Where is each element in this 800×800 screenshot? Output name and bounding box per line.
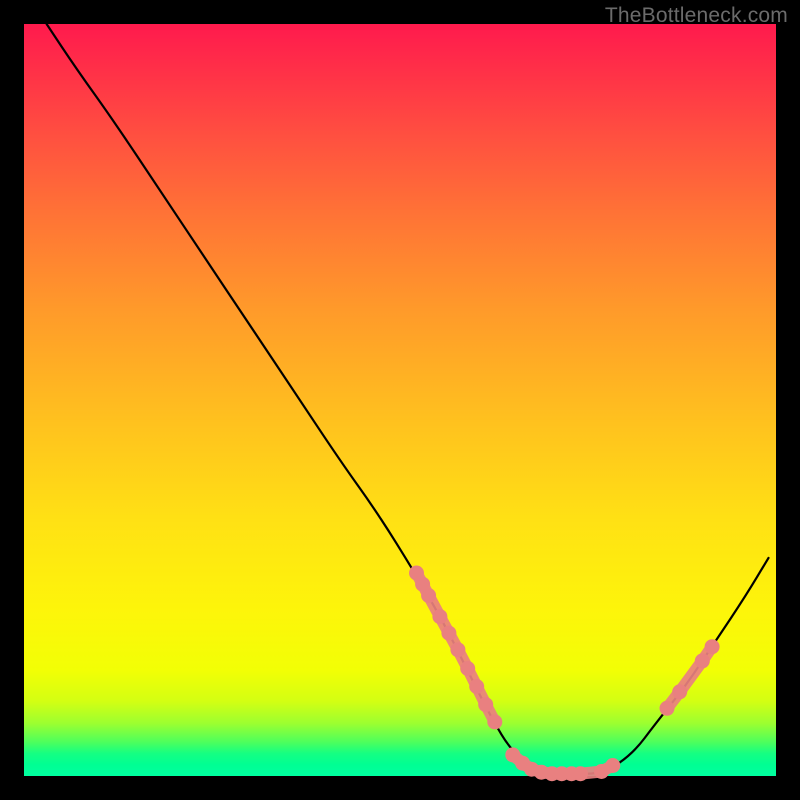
marker-dot [705, 639, 720, 654]
marker-dot [432, 609, 447, 624]
marker-dot [573, 766, 588, 781]
marker-dot [605, 758, 620, 773]
watermark-text: TheBottleneck.com [605, 4, 788, 28]
chart-frame: TheBottleneck.com [0, 0, 800, 800]
marker-dot [450, 642, 465, 657]
marker-dot [478, 697, 493, 712]
marker-dot [421, 588, 436, 603]
marker-dot [660, 701, 675, 716]
marker-dot [695, 653, 710, 668]
marker-group [409, 566, 720, 782]
marker-dot [460, 661, 475, 676]
marker-dot [469, 679, 484, 694]
bottleneck-curve [47, 24, 769, 774]
marker-dot [672, 684, 687, 699]
marker-dot [441, 626, 456, 641]
marker-dot [487, 714, 502, 729]
chart-svg [24, 24, 776, 776]
